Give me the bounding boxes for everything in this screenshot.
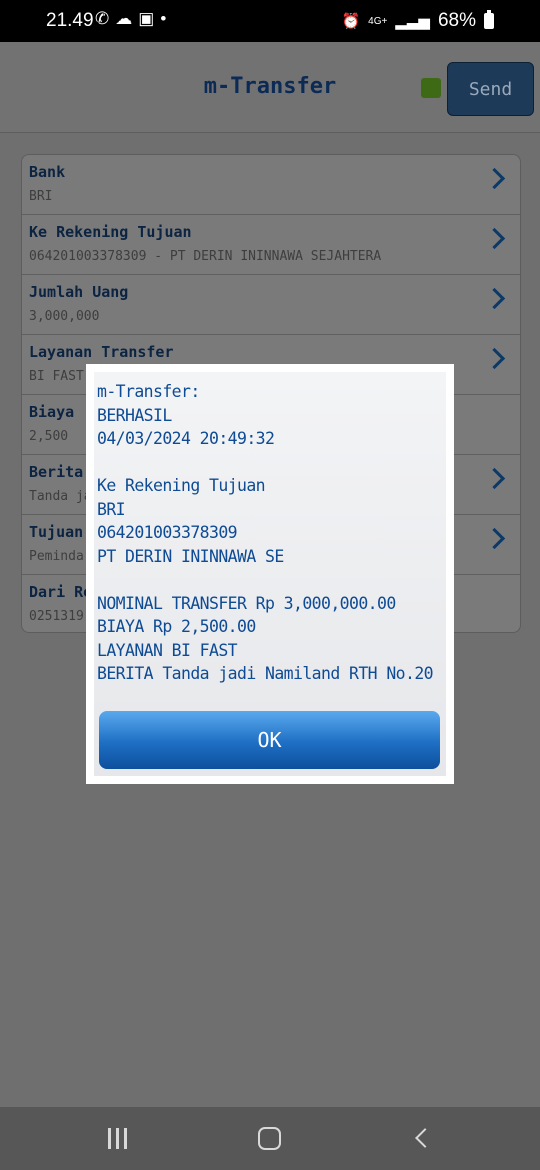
dialog-line: BERITA Tanda jadi Namiland RTH No.20 bbox=[97, 664, 434, 683]
dialog-line bbox=[97, 451, 442, 475]
status-indicator bbox=[421, 78, 441, 98]
ok-button[interactable]: OK bbox=[99, 711, 440, 769]
form-row-destination-account[interactable]: Ke Rekening Tujuan 064201003378309 - PT … bbox=[22, 215, 520, 275]
dialog-message: m-Transfer: BERHASIL 04/03/2024 20:49:32… bbox=[97, 380, 442, 686]
battery-icon bbox=[484, 10, 494, 29]
system-nav-bar bbox=[0, 1107, 540, 1170]
chevron-right-icon bbox=[483, 227, 506, 250]
row-label: Berita bbox=[29, 463, 84, 481]
status-right: ⏰ 4G+ ▂▃▅ 68% bbox=[341, 10, 494, 32]
app-header: m-Transfer Send bbox=[0, 42, 540, 133]
row-value: BI FAST bbox=[29, 369, 84, 384]
recent-apps-icon[interactable] bbox=[108, 1128, 127, 1149]
battery-percent: 68% bbox=[437, 10, 476, 31]
send-button[interactable]: Send bbox=[447, 62, 534, 116]
dialog-line: BIAYA Rp 2,500.00 bbox=[97, 617, 256, 636]
form-row-amount[interactable]: Jumlah Uang 3,000,000 bbox=[22, 275, 520, 335]
row-label: Layanan Transfer bbox=[29, 343, 174, 361]
notification-icons: ✆☁▣• bbox=[95, 9, 172, 29]
form-row-bank[interactable]: Bank BRI bbox=[22, 155, 520, 215]
dialog-line: 064201003378309 bbox=[97, 523, 238, 542]
chevron-right-icon bbox=[483, 287, 506, 310]
whatsapp-icon: ✆ bbox=[95, 9, 116, 28]
row-label: Bank bbox=[29, 163, 66, 181]
dot-icon: • bbox=[160, 9, 173, 28]
cloud-icon: ☁ bbox=[115, 9, 139, 28]
dialog-line: NOMINAL TRANSFER Rp 3,000,000.00 bbox=[97, 593, 396, 613]
signal-icon: ▂▃▅ bbox=[395, 13, 430, 30]
row-value: Tanda ja bbox=[29, 489, 92, 504]
status-time: 21.49 bbox=[46, 10, 94, 31]
dialog-line: 04/03/2024 20:49:32 bbox=[97, 429, 275, 448]
status-bar: 21.49 ✆☁▣• ⏰ 4G+ ▂▃▅ 68% bbox=[0, 0, 540, 42]
row-value: 3,000,000 bbox=[29, 309, 100, 324]
row-value: Peminda bbox=[29, 549, 84, 564]
home-icon[interactable] bbox=[258, 1127, 281, 1150]
back-icon[interactable] bbox=[415, 1128, 435, 1148]
dialog-line: BERHASIL bbox=[97, 405, 172, 425]
row-value: 0251319 bbox=[29, 609, 84, 624]
dialog-body: m-Transfer: BERHASIL 04/03/2024 20:49:32… bbox=[94, 372, 446, 776]
chevron-right-icon bbox=[483, 527, 506, 550]
alarm-icon: ⏰ bbox=[341, 13, 361, 30]
row-label: Biaya bbox=[29, 403, 75, 421]
dialog-line: LAYANAN BI FAST bbox=[97, 640, 238, 660]
result-dialog: m-Transfer: BERHASIL 04/03/2024 20:49:32… bbox=[86, 364, 454, 784]
row-value: BRI bbox=[29, 189, 53, 204]
dialog-line: Ke Rekening Tujuan bbox=[97, 476, 266, 495]
chevron-right-icon bbox=[483, 467, 506, 490]
row-value: 064201003378309 - PT DERIN ININNAWA SEJA… bbox=[29, 249, 382, 264]
chevron-right-icon bbox=[483, 347, 506, 370]
dialog-line: PT DERIN ININNAWA SE bbox=[97, 546, 284, 566]
dialog-line bbox=[97, 568, 442, 592]
row-value: 2,500 bbox=[29, 429, 69, 444]
row-label: Jumlah Uang bbox=[29, 283, 129, 301]
dialog-line: BRI bbox=[97, 499, 126, 519]
row-label: Ke Rekening Tujuan bbox=[29, 223, 192, 241]
shopee-icon: ▣ bbox=[138, 9, 161, 28]
network-type: 4G+ bbox=[368, 15, 388, 27]
chevron-right-icon bbox=[483, 167, 506, 190]
dialog-line: m-Transfer: bbox=[97, 382, 200, 401]
